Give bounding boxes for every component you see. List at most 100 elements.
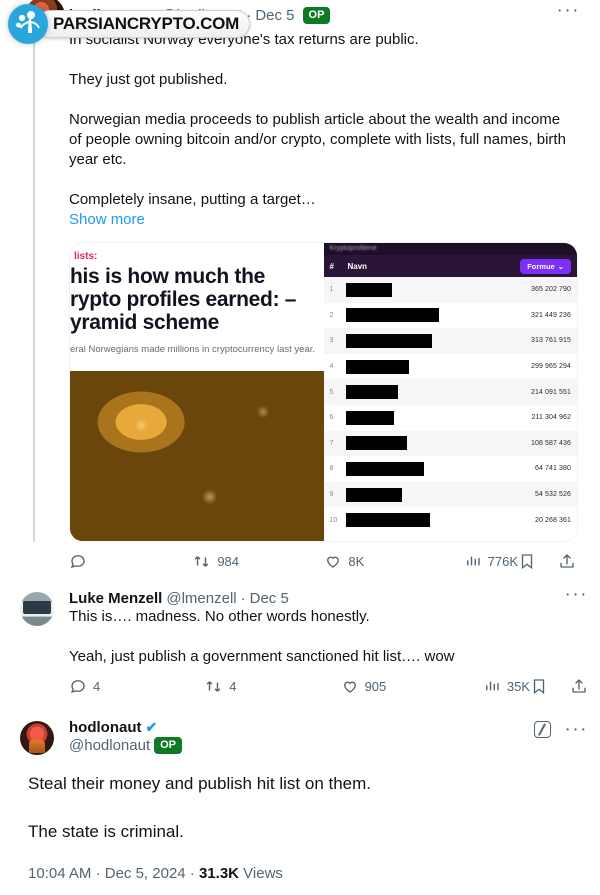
tweet-2-date[interactable]: Dec 5: [250, 590, 289, 607]
tweet-1-more-menu-icon[interactable]: ···: [557, 1, 580, 20]
tweet-3-date: Dec 5, 2024: [104, 865, 186, 882]
reply-icon: [70, 680, 85, 694]
tweet-3-text: Steal their money and publish hit list o…: [12, 763, 588, 843]
table-header-rank: #: [329, 261, 334, 271]
table-row: 2 321 449 236: [323, 302, 577, 329]
tweet-3-author-line: hodlonaut ✔: [69, 719, 588, 736]
tweet-3-more-menu-icon[interactable]: ···: [565, 720, 588, 739]
watermark-text: PARSIANCRYPTO.COM: [36, 10, 251, 38]
tweet-2-like-action[interactable]: 905: [341, 677, 387, 695]
tweet-2-retweet-action[interactable]: 4: [204, 677, 237, 696]
tweet-2-handle[interactable]: @lmenzell: [166, 590, 236, 607]
article-card: lists: his is how much the rypto profile…: [70, 243, 324, 373]
table-cell-amount: 54 532 526: [534, 491, 571, 499]
tweet-2-paragraph-2: Yeah, just publish a government sanction…: [69, 648, 455, 665]
tweet-1-views-count: 776K: [487, 553, 518, 569]
media-article-screenshot[interactable]: lists: his is how much the rypto profile…: [70, 243, 324, 541]
table-cell-amount: 211 304 962: [531, 414, 571, 422]
article-headline-line-1: his is how much the: [70, 265, 265, 288]
chevron-down-icon: ⌄: [557, 261, 564, 271]
tweet-1-paragraph-2: They just got published.: [69, 71, 228, 88]
tweet-1-retweet-action[interactable]: 984: [192, 552, 239, 571]
table-cell-rank: 5: [329, 388, 334, 396]
tweet-2-author-line: Luke Menzell @lmenzell · Dec 5 ···: [69, 585, 588, 607]
tweet-1-like-count: 8K: [348, 553, 365, 569]
article-kicker: lists:: [74, 251, 98, 262]
table-cell-name-redacted: [345, 461, 424, 476]
table-cell-amount: 108 587 436: [530, 439, 571, 447]
table-row: 8 64 741 380: [323, 456, 577, 482]
tweet-3-header: hodlonaut ✔ @hodlonaut OP ···: [12, 719, 588, 763]
article-subtitle: eral Norwegians made millions in cryptoc…: [70, 344, 315, 355]
table-cell-amount: 365 202 790: [530, 286, 571, 294]
tweet-3-handle[interactable]: @hodlonaut: [69, 737, 150, 754]
table-cell-name-redacted: [345, 282, 392, 297]
table-sort-formue-button[interactable]: Formue ⌄: [520, 258, 571, 274]
tweet-1-retweet-count: 984: [217, 553, 240, 569]
tweet-2-more-menu-icon[interactable]: ···: [565, 585, 588, 604]
table-cell-rank: 9: [329, 491, 334, 499]
table-cell-rank: 1: [329, 286, 334, 294]
bookmark-icon[interactable]: [518, 552, 536, 570]
tweet-1-views-action[interactable]: 776K: [464, 552, 518, 570]
table-cell-rank: 10: [329, 516, 338, 524]
table-cell-rank: 6: [329, 414, 334, 422]
share-icon[interactable]: [570, 677, 588, 695]
tweet-2-views-action[interactable]: 35K: [483, 677, 530, 695]
tweet-1-date[interactable]: Dec 5: [255, 7, 294, 24]
tweet-3-display-name[interactable]: hodlonaut: [69, 719, 141, 736]
table-header-row: # Navn Formue ⌄: [323, 255, 577, 277]
table-row: 4 299 965 294: [323, 353, 577, 380]
retweet-icon: [206, 680, 221, 692]
tweet-1-secondary-actions: [518, 552, 576, 570]
table-cell-amount: 64 741 380: [534, 465, 571, 473]
tweet-1-media[interactable]: lists: his is how much the rypto profile…: [69, 242, 578, 542]
table-overlay-titlebar: Kryptoprofilene: [323, 243, 577, 255]
tweet-1-reply-action[interactable]: [69, 552, 93, 570]
table-overlay-title: Kryptoprofilene: [329, 245, 377, 252]
logo-glyph: [16, 11, 40, 33]
table-cell-rank: 8: [329, 465, 334, 473]
verified-badge-icon: ✔: [145, 719, 158, 735]
table-cell-rank: 3: [329, 337, 334, 345]
tweet-2-reply-action[interactable]: 4: [69, 677, 100, 695]
heart-icon: [343, 681, 356, 693]
bitcoin-coins-photo: [70, 371, 324, 541]
share-icon[interactable]: [558, 552, 576, 570]
tweet-3-views-label: Views: [243, 865, 283, 882]
tweet-2-action-bar: 4 4 905 35K: [69, 667, 588, 705]
tweet-1-action-bar: 984 8K 776K: [69, 542, 576, 580]
article-headline-line-3: yramid scheme: [70, 311, 220, 334]
table-cell-rank: 4: [329, 363, 334, 371]
tweet-2: Luke Menzell @lmenzell · Dec 5 ··· This …: [0, 580, 600, 705]
grok-analyze-icon[interactable]: [533, 721, 551, 738]
avatar-luke-menzell[interactable]: [20, 592, 54, 626]
tweet-2-like-count: 905: [364, 678, 387, 694]
show-more-link[interactable]: Show more: [69, 210, 576, 230]
table-row: 10 20 268 361: [323, 507, 577, 533]
tweet-1-like-action[interactable]: 8K: [324, 552, 364, 570]
table-cell-amount: 321 449 236: [530, 311, 571, 319]
article-headline-line-2: rypto profiles earned: –: [70, 288, 297, 311]
media-table-screenshot[interactable]: Kryptoprofilene # Navn Formue ⌄ 1 365 202…: [323, 243, 577, 541]
thread-connector-line: [33, 42, 35, 542]
tweet-3-views-count: 31.3K: [198, 865, 239, 882]
tweet-1-paragraph-4: Completely insane, putting a target…: [69, 191, 316, 208]
table-cell-name-redacted: [345, 436, 407, 451]
table-body: 1 365 202 790 2 321 449 236 3 313 761 915 4 299…: [323, 277, 577, 533]
tweet-3-meta: 10:04 AM · Dec 5, 2024 · 31.3K Views: [12, 843, 588, 882]
tweet-2-text: This is…. madness. No other words honest…: [69, 607, 588, 667]
tweet-3-paragraph-1: Steal their money and publish hit list o…: [28, 774, 372, 793]
analytics-icon: [466, 556, 480, 566]
tweet-2-display-name[interactable]: Luke Menzell: [69, 590, 162, 607]
article-headline: his is how much the rypto profiles earne…: [70, 265, 324, 334]
table-header-name: Navn: [347, 261, 368, 271]
table-row: 1 365 202 790: [323, 277, 577, 303]
tweet-3-op-badge: OP: [154, 737, 183, 754]
table-row: 3 313 761 915: [323, 328, 577, 354]
table-cell-amount: 214 091 551: [530, 388, 571, 396]
tweet-2-secondary-actions: [530, 677, 588, 695]
bookmark-icon[interactable]: [530, 677, 548, 695]
reply-icon: [70, 555, 85, 569]
watermark-overlay: PARSIANCRYPTO.COM: [8, 4, 251, 44]
